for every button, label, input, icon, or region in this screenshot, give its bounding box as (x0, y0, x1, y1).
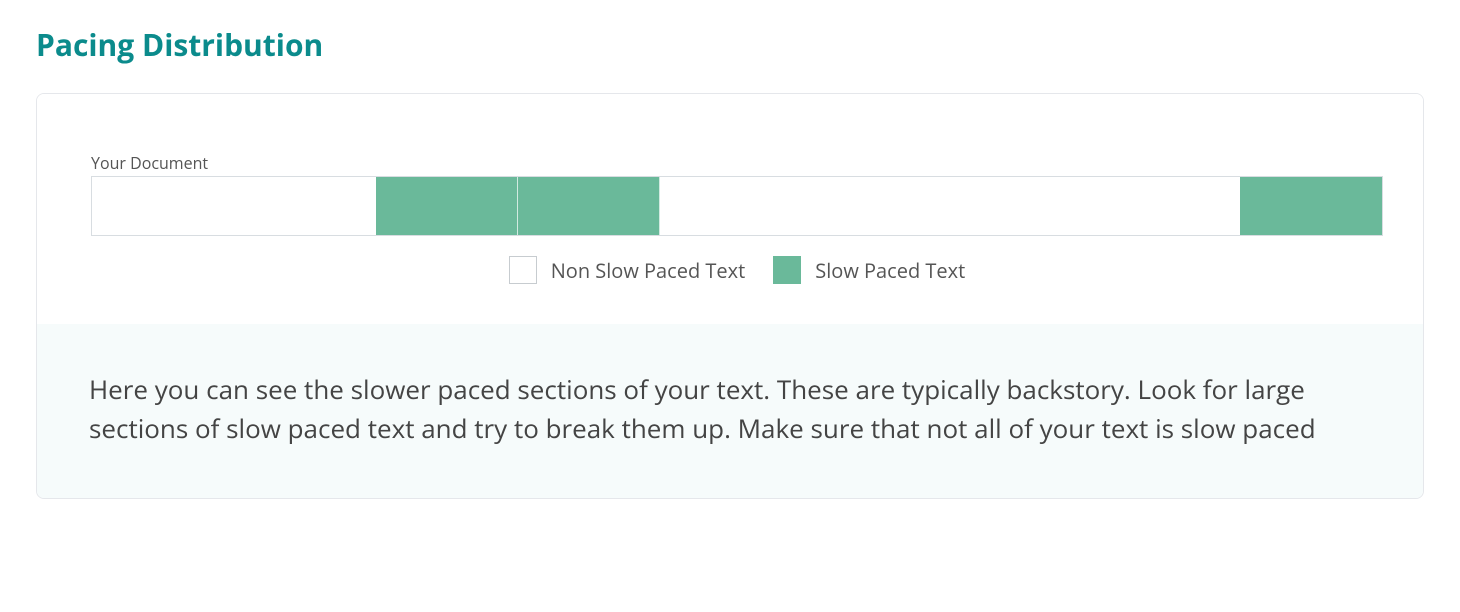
legend-item-slow: Slow Paced Text (773, 256, 965, 284)
section-title: Pacing Distribution (36, 24, 1424, 65)
pacing-segment-nonslow (660, 177, 1241, 235)
swatch-nonslow-icon (509, 256, 537, 284)
pacing-card: Your Document Non Slow Paced Text Slow P… (36, 93, 1424, 499)
pacing-segment-slow (376, 177, 518, 235)
pacing-segment-slow (1240, 177, 1382, 235)
legend-item-nonslow: Non Slow Paced Text (509, 256, 746, 284)
chart-series-label: Your Document (91, 152, 1383, 174)
explanation-text: Here you can see the slower paced sectio… (37, 324, 1423, 498)
legend: Non Slow Paced Text Slow Paced Text (91, 256, 1383, 284)
legend-label-nonslow: Non Slow Paced Text (551, 257, 746, 284)
legend-label-slow: Slow Paced Text (815, 257, 965, 284)
pacing-bar-track (91, 176, 1383, 236)
pacing-segment-nonslow (92, 177, 376, 235)
pacing-segment-slow (518, 177, 660, 235)
swatch-slow-icon (773, 256, 801, 284)
chart-area: Your Document Non Slow Paced Text Slow P… (37, 94, 1423, 324)
